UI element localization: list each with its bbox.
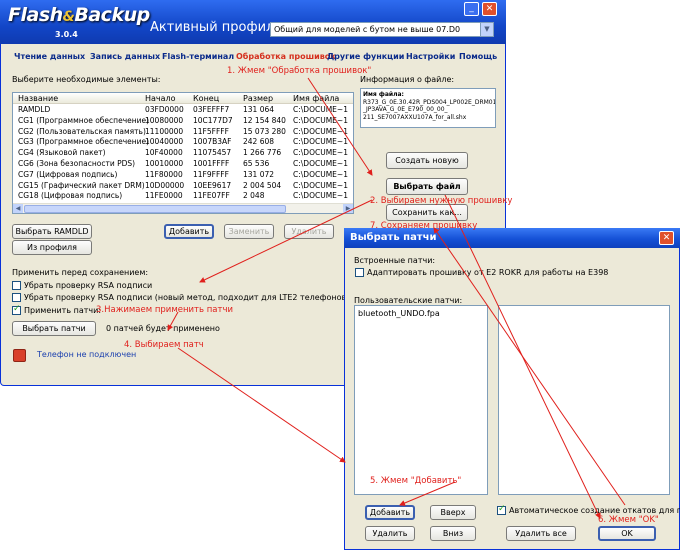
arrow-2 xyxy=(199,199,373,283)
arrow-1 xyxy=(307,77,373,176)
annotation-arrows xyxy=(167,77,626,519)
annotation-step-7: 7. Сохраняем прошивку xyxy=(370,221,478,231)
annotation-step-1: 1. Жмем "Обработка прошивок" xyxy=(227,66,372,76)
annotation-step-5: 5. Жмем "Добавить" xyxy=(370,476,462,486)
arrow-6 xyxy=(433,227,626,506)
arrow-7 xyxy=(444,194,601,519)
annotation-step-2: 2. Выбираем нужную прошивку xyxy=(370,196,513,206)
arrow-4 xyxy=(177,347,346,463)
annotation-step-3: 3.Нажимаем применить патчи xyxy=(96,305,233,315)
annotation-step-4: 4. Выбираем патч xyxy=(124,340,204,350)
annotation-step-6: 6. Жмем "OK" xyxy=(598,515,659,525)
